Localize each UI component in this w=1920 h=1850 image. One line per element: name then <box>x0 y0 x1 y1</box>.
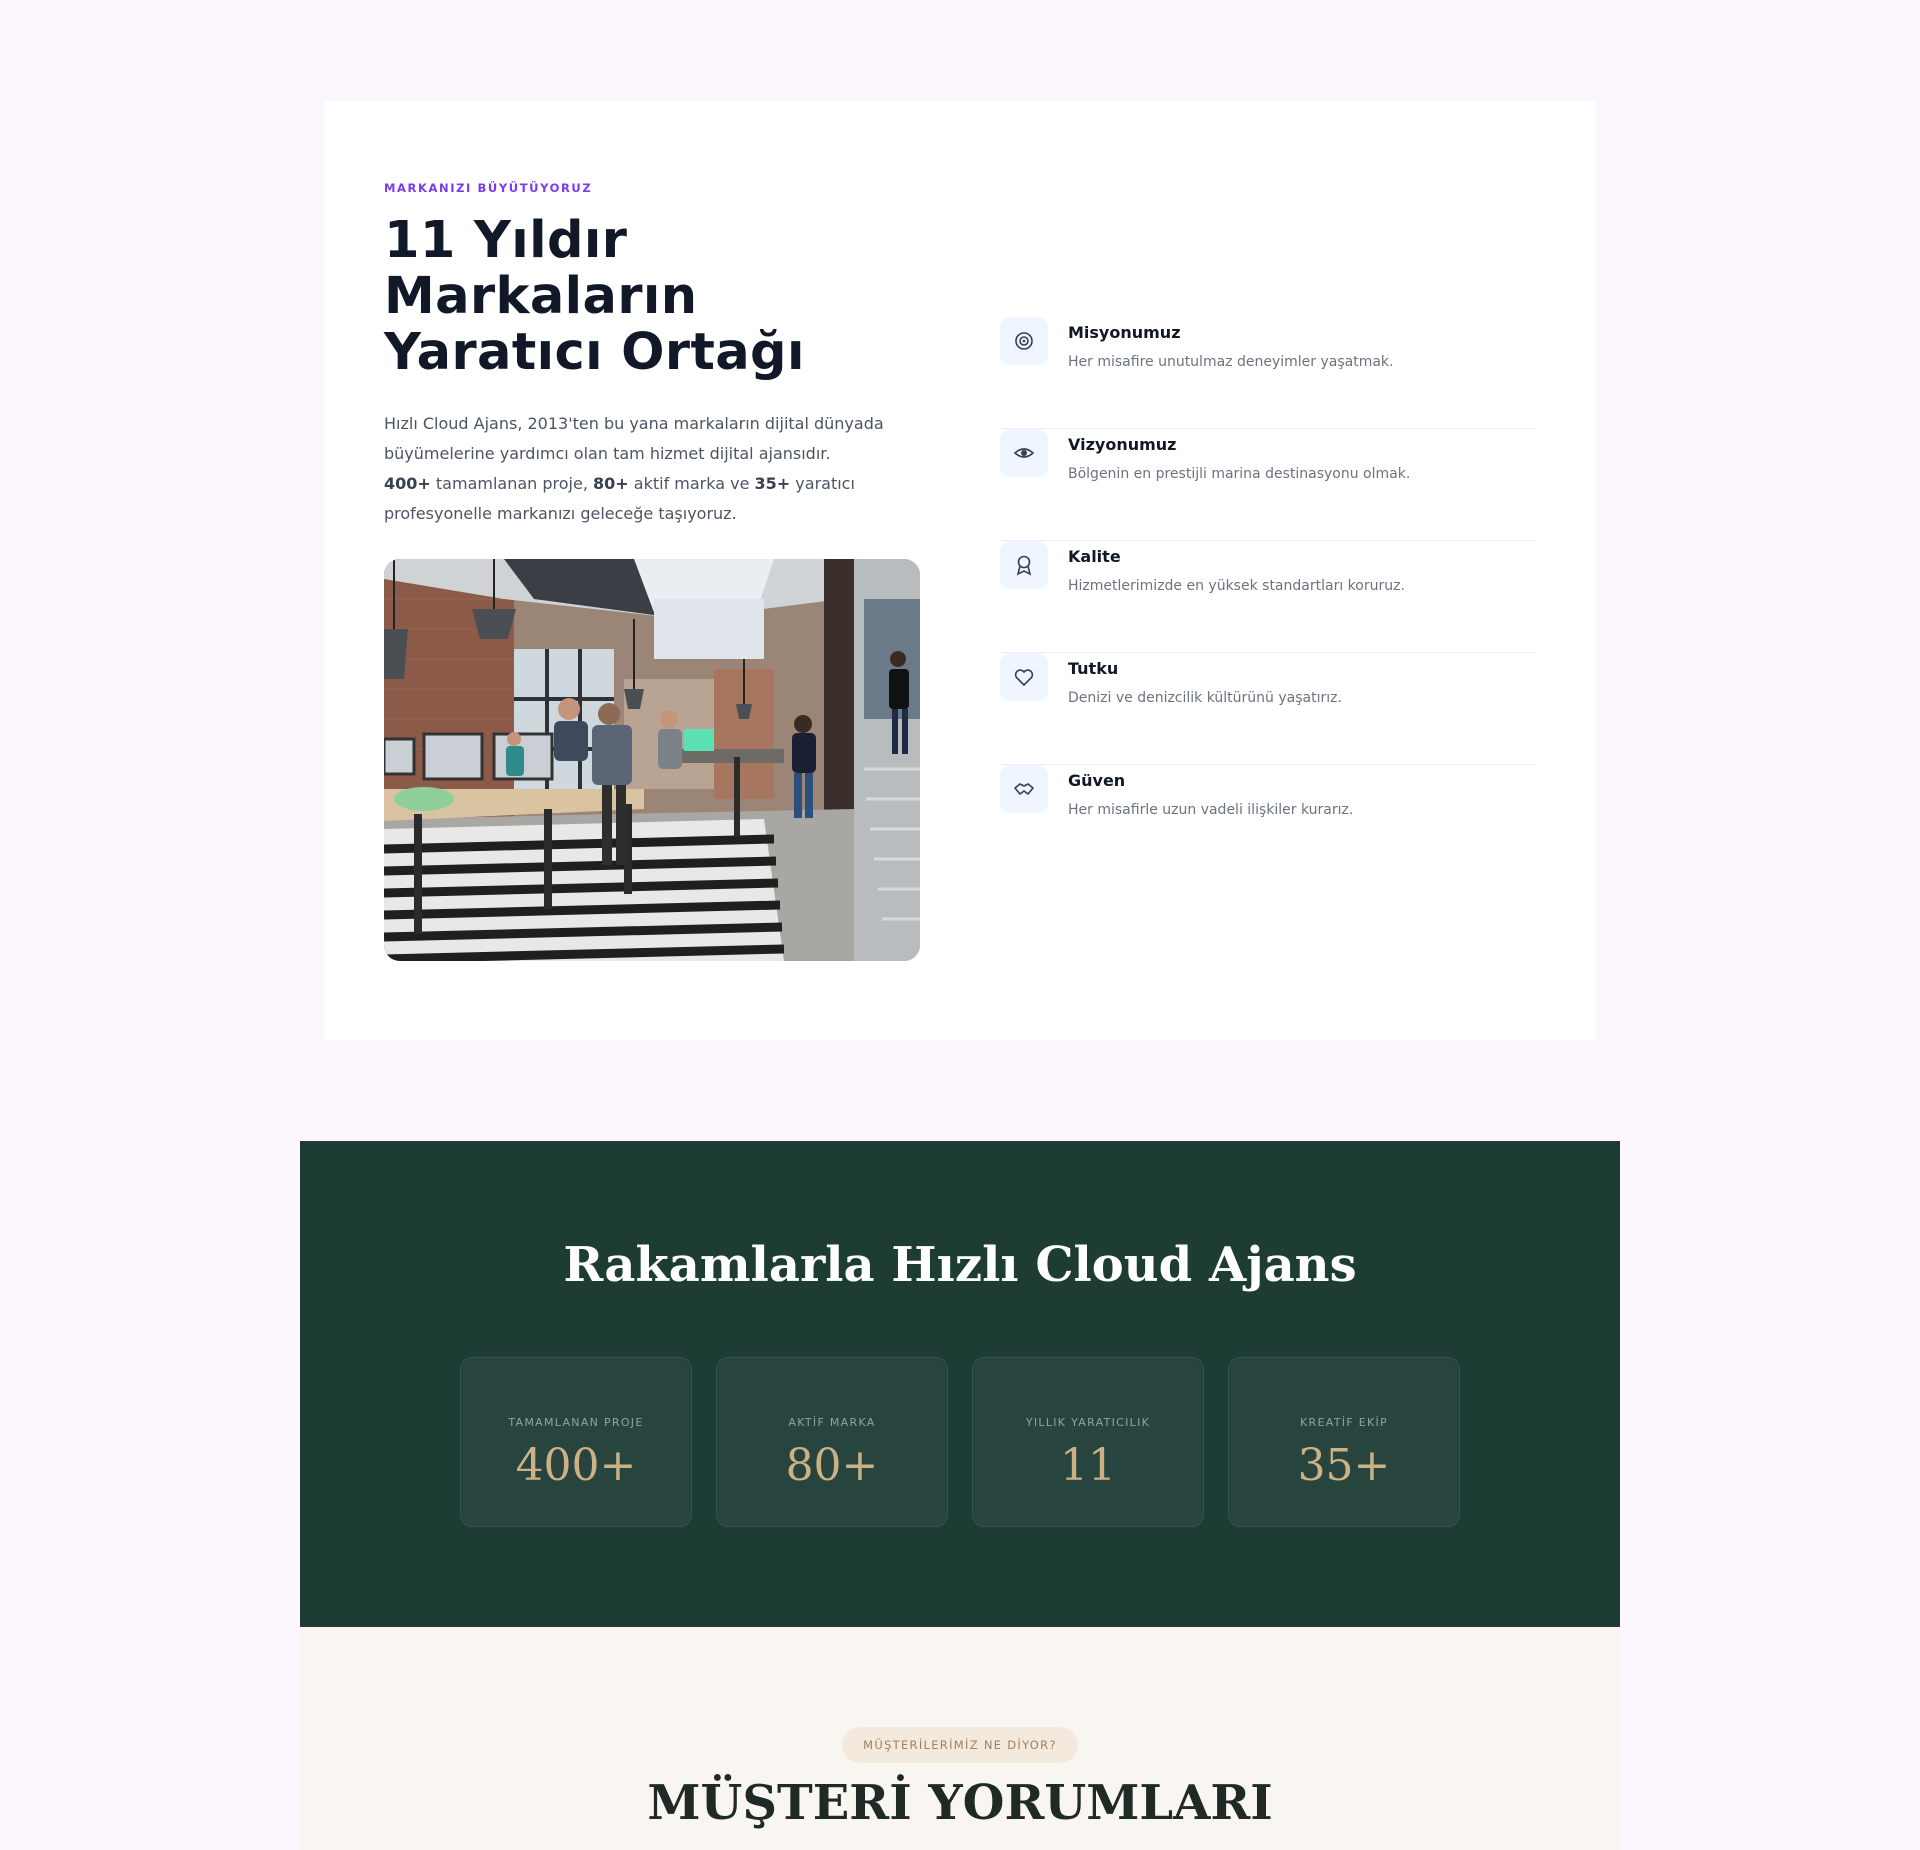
testimonials-title: MÜŞTERİ YORUMLARI <box>647 1775 1273 1831</box>
values-list: Misyonumuz Her misafire unutulmaz deneyi… <box>1000 317 1536 877</box>
stat-inline-team: 35+ <box>754 474 791 493</box>
stat-label: AKTİF MARKA <box>788 1416 876 1429</box>
about-intro-line: Hızlı Cloud Ajans, 2013'ten bu yana mark… <box>384 414 884 463</box>
value-desc: Bölgenin en prestijli marina destinasyon… <box>1068 466 1411 482</box>
about-headline: 11 Yıldır Markaların Yaratıcı Ortağı <box>384 211 805 382</box>
stat-inline-brands: 80+ <box>593 474 629 493</box>
stats-section: Rakamlarla Hızlı Cloud Ajans TAMAMLANAN … <box>300 1141 1620 1627</box>
stat-inline-projects: 400+ <box>384 474 431 493</box>
about-eyebrow: MARKANIZI BÜYÜTÜYORUZ <box>384 181 593 195</box>
value-item-quality: Kalite Hizmetlerimizde en yüksek standar… <box>1000 541 1536 653</box>
heart-icon <box>1000 653 1048 701</box>
stat-label: YILLIK YARATICILIK <box>1025 1416 1151 1429</box>
value-desc: Her misafirle uzun vadeli ilişkiler kura… <box>1068 802 1354 818</box>
stat-label: KREATİF EKİP <box>1300 1416 1388 1429</box>
handshake-icon <box>1000 765 1048 813</box>
value-title: Güven <box>1068 771 1126 790</box>
stat-value: 11 <box>1060 1440 1116 1491</box>
stat-value: 35+ <box>1297 1440 1391 1491</box>
target-icon <box>1000 317 1048 365</box>
intro-text-projects: tamamlanan proje, <box>430 474 594 493</box>
value-item-vision: Vizyonumuz Bölgenin en prestijli marina … <box>1000 429 1536 541</box>
stats-grid: TAMAMLANAN PROJE 400+ AKTİF MARKA 80+ YI… <box>460 1357 1460 1527</box>
stats-title: Rakamlarla Hızlı Cloud Ajans <box>563 1237 1357 1293</box>
about-section: MARKANIZI BÜYÜTÜYORUZ 11 Yıldır Markalar… <box>324 101 1596 1040</box>
stat-card-brands: AKTİF MARKA 80+ <box>716 1357 948 1527</box>
value-title: Tutku <box>1068 659 1119 678</box>
testimonials-pill: MÜŞTERİLERİMİZ NE DİYOR? <box>842 1727 1078 1763</box>
value-item-mission: Misyonumuz Her misafire unutulmaz deneyi… <box>1000 317 1536 429</box>
value-desc: Her misafire unutulmaz deneyimler yaşatm… <box>1068 354 1394 370</box>
stat-card-years: YILLIK YARATICILIK 11 <box>972 1357 1204 1527</box>
value-title: Kalite <box>1068 547 1121 566</box>
stat-card-team: KREATİF EKİP 35+ <box>1228 1357 1460 1527</box>
stat-value: 80+ <box>785 1440 879 1491</box>
value-desc: Hizmetlerimizde en yüksek standartları k… <box>1068 578 1405 594</box>
value-item-trust: Güven Her misafirle uzun vadeli ilişkile… <box>1000 765 1536 877</box>
stat-label: TAMAMLANAN PROJE <box>508 1416 644 1429</box>
eye-icon <box>1000 429 1048 477</box>
stat-value: 400+ <box>515 1440 637 1491</box>
stat-card-projects: TAMAMLANAN PROJE 400+ <box>460 1357 692 1527</box>
about-intro: Hızlı Cloud Ajans, 2013'ten bu yana mark… <box>384 409 904 529</box>
office-photo <box>384 559 920 961</box>
page: MARKANIZI BÜYÜTÜYORUZ 11 Yıldır Markalar… <box>0 0 1920 1850</box>
value-desc: Denizi ve denizcilik kültürünü yaşatırız… <box>1068 690 1342 706</box>
value-title: Misyonumuz <box>1068 323 1181 342</box>
award-icon <box>1000 541 1048 589</box>
intro-text-brands: aktif marka ve <box>628 474 755 493</box>
testimonials-section: MÜŞTERİLERİMİZ NE DİYOR? MÜŞTERİ YORUMLA… <box>300 1627 1620 1850</box>
value-item-passion: Tutku Denizi ve denizcilik kültürünü yaş… <box>1000 653 1536 765</box>
value-title: Vizyonumuz <box>1068 435 1177 454</box>
